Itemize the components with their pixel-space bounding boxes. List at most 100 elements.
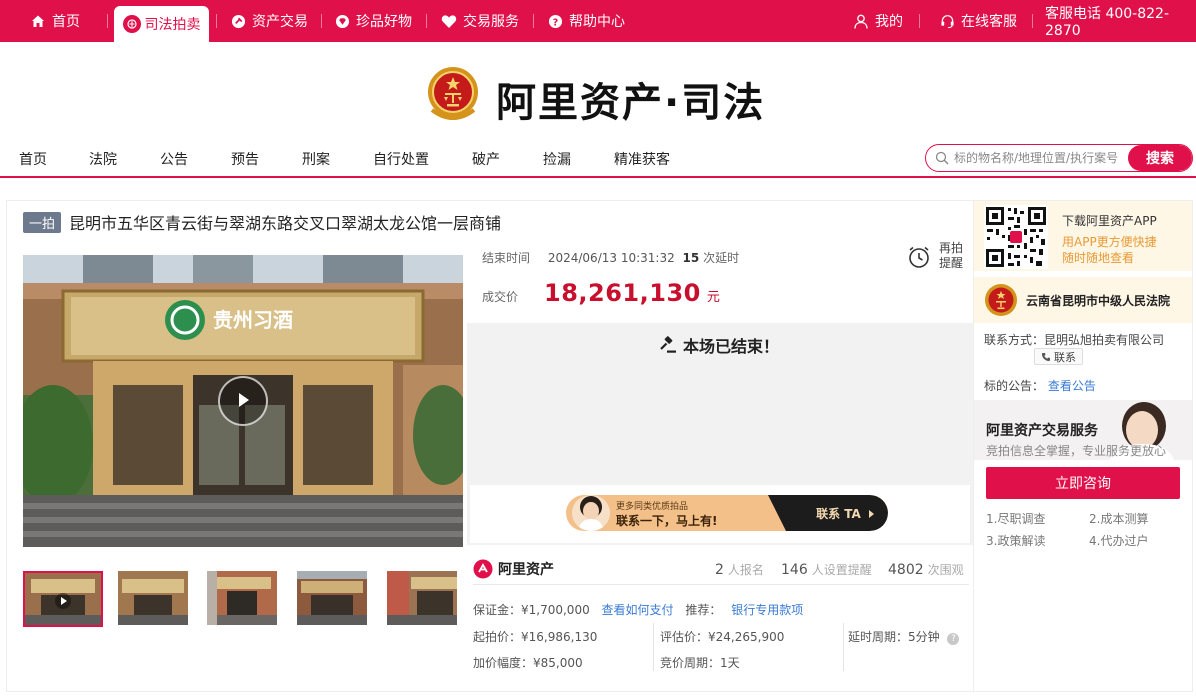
view-notice-link[interactable]: 查看公告: [1048, 379, 1096, 393]
subnav-bargains[interactable]: 捡漏: [543, 149, 571, 169]
trade-service-banner: 阿里资产交易服务 竞拍信息全掌握，专业服务更放心: [974, 400, 1192, 460]
topnav-asset-trade[interactable]: 资产交易: [230, 0, 308, 42]
site-logo-area: 阿里资产·司法: [0, 42, 1196, 134]
subnav-precise-leads[interactable]: 精准获客: [614, 149, 670, 169]
hotline-text: 客服电话 400-822-2870: [1045, 6, 1169, 39]
download-app-sub-1: 用APP更方便快捷: [1062, 235, 1157, 249]
app-qr-code: [984, 205, 1048, 269]
reminder-count: 146: [781, 562, 808, 578]
photo-thumbnails: [23, 571, 463, 627]
auction-round-tag: 一拍: [23, 211, 62, 233]
delay-count: 15: [682, 251, 700, 265]
notice-row: 标的公告： 查看公告: [984, 377, 1096, 394]
delay-period-row: 延时周期：5分钟 ?: [848, 628, 960, 645]
alarm-clock-icon: [907, 245, 931, 272]
subnav-preview[interactable]: 预告: [231, 149, 259, 169]
ended-text: 本场已结束！: [683, 337, 780, 356]
ad-line-2: 联系一下，马上有!: [616, 514, 718, 528]
trade-service-subtitle: 竞拍信息全掌握，专业服务更放心: [986, 444, 1167, 458]
topnav-treasures[interactable]: 珍品好物: [334, 0, 412, 42]
how-to-pay-link[interactable]: 查看如何支付: [602, 603, 674, 617]
topnav-asset-label: 资产交易: [252, 14, 308, 30]
signup-label: 人报名: [727, 563, 764, 577]
service-item-transfer[interactable]: 4.代办过户: [1089, 532, 1148, 549]
gavel-icon: [659, 336, 677, 354]
secondary-nav: 首页 法院 公告 预告 刑案 自行处置 破产 捡漏 精准获客 搜索: [0, 138, 1196, 178]
appraisal-price: 评估价：¥24,265,900: [660, 630, 785, 644]
topnav-help-center[interactable]: ? 帮助中心: [547, 0, 625, 42]
divider: [216, 14, 217, 28]
court-emblem-logo[interactable]: [426, 64, 480, 124]
search-icon: [935, 151, 949, 165]
bid-increment: 加价幅度：¥85,000: [473, 656, 583, 670]
top-navbar: 首页 司法拍卖 资产交易 珍品好物 交易服务 ? 帮助中心 我的 在线客服 客服…: [0, 0, 1196, 42]
delay-suffix: 次延时: [703, 251, 740, 265]
contact-ta-label: 联系 TA: [816, 507, 861, 521]
home-icon: [30, 13, 46, 29]
topnav-treasures-label: 珍品好物: [356, 14, 412, 30]
service-item-due-diligence[interactable]: 1.尽职调查: [986, 510, 1045, 527]
remind-label-1: 再拍: [939, 241, 964, 255]
ali-asset-logo-icon: [473, 559, 493, 579]
bank-funds-link[interactable]: 银行专用款项: [731, 603, 803, 617]
topnav-online-service[interactable]: 在线客服: [939, 0, 1017, 42]
site-logo-text[interactable]: 阿里资产·司法: [496, 70, 765, 128]
ali-asset-brand-text: 阿里资产: [498, 562, 554, 578]
auction-ended-box: 本场已结束！ 更多同类优质拍品 联系一下，马上有! 联系 TA: [467, 323, 973, 545]
auction-stats-row: 阿里资产 2 人报名 146 人设置提醒 4802 次围观: [473, 557, 969, 585]
topnav-home[interactable]: 首页: [30, 0, 80, 42]
topnav-home-label: 首页: [52, 14, 80, 30]
divider: [107, 14, 108, 28]
remind-label-2: 提醒: [939, 256, 964, 270]
download-app-title: 下载阿里资产APP: [1062, 214, 1157, 228]
delay-period: 延时周期：5分钟: [848, 630, 940, 644]
question-circle-icon: ?: [547, 13, 563, 29]
subnav-bankruptcy[interactable]: 破产: [472, 149, 500, 169]
thumbnail-video[interactable]: [23, 571, 103, 627]
download-app-box[interactable]: 下载阿里资产APP 用APP更方便快捷 随时随地查看: [974, 201, 1192, 271]
service-item-policy[interactable]: 3.政策解读: [986, 532, 1045, 549]
main-property-photo[interactable]: 贵州习酒: [23, 255, 463, 547]
thumbnail-photo[interactable]: [207, 571, 277, 625]
re-auction-reminder[interactable]: 再拍 提醒: [907, 241, 967, 271]
play-video-button[interactable]: [218, 376, 268, 426]
thumbnail-photo[interactable]: [387, 571, 457, 625]
search-button[interactable]: 搜索: [1128, 145, 1192, 171]
subnav-self-disposal[interactable]: 自行处置: [373, 149, 429, 169]
subnav-criminal-case[interactable]: 刑案: [302, 149, 330, 169]
help-question-icon[interactable]: ?: [947, 633, 960, 645]
end-time-row: 结束时间 2024/06/13 10:31:32 15 次延时: [482, 249, 739, 266]
subnav-announcement[interactable]: 公告: [160, 149, 188, 169]
thumbnail-photo[interactable]: [297, 571, 367, 625]
contact-ta-button[interactable]: 联系 TA: [816, 505, 874, 522]
view-count: 4802: [888, 562, 924, 578]
subnav-court[interactable]: 法院: [89, 149, 117, 169]
end-time-label: 结束时间: [482, 251, 531, 265]
contact-ta-banner[interactable]: 更多同类优质拍品 联系一下，马上有! 联系 TA: [566, 495, 888, 531]
phone-icon: [1041, 352, 1051, 362]
ad-line-1: 更多同类优质拍品: [616, 502, 689, 512]
headset-icon: [939, 13, 955, 29]
topnav-judicial-auction[interactable]: 司法拍卖: [114, 6, 209, 42]
bid-period: 竞价周期：1天: [660, 656, 740, 670]
reminder-stat: 146 人设置提醒: [781, 561, 872, 578]
gavel-badge-icon: [122, 15, 141, 33]
court-info-box[interactable]: 云南省昆明市中级人民法院: [974, 277, 1192, 323]
deal-price-value: 18,261,130: [544, 279, 701, 307]
consult-now-button[interactable]: 立即咨询: [986, 467, 1180, 499]
topnav-mine[interactable]: 我的: [853, 0, 903, 42]
thumbnail-photo[interactable]: [118, 571, 188, 625]
search-input[interactable]: [954, 145, 1130, 171]
ali-asset-brand: 阿里资产: [473, 559, 554, 579]
topnav-trade-service[interactable]: 交易服务: [441, 0, 519, 42]
contact-button[interactable]: 联系: [1034, 348, 1083, 365]
heart-icon: [441, 13, 457, 29]
divider: [321, 14, 322, 28]
divider: [1032, 14, 1033, 28]
service-item-cost-estimate[interactable]: 2.成本测算: [1089, 510, 1148, 527]
hammer-circle-icon: [230, 13, 246, 29]
court-name: 云南省昆明市中级人民法院: [1026, 293, 1171, 308]
contact-ad-banner: 更多同类优质拍品 联系一下，马上有! 联系 TA: [470, 485, 970, 543]
subnav-home[interactable]: 首页: [19, 149, 47, 169]
deal-price-unit: 元: [706, 290, 720, 305]
